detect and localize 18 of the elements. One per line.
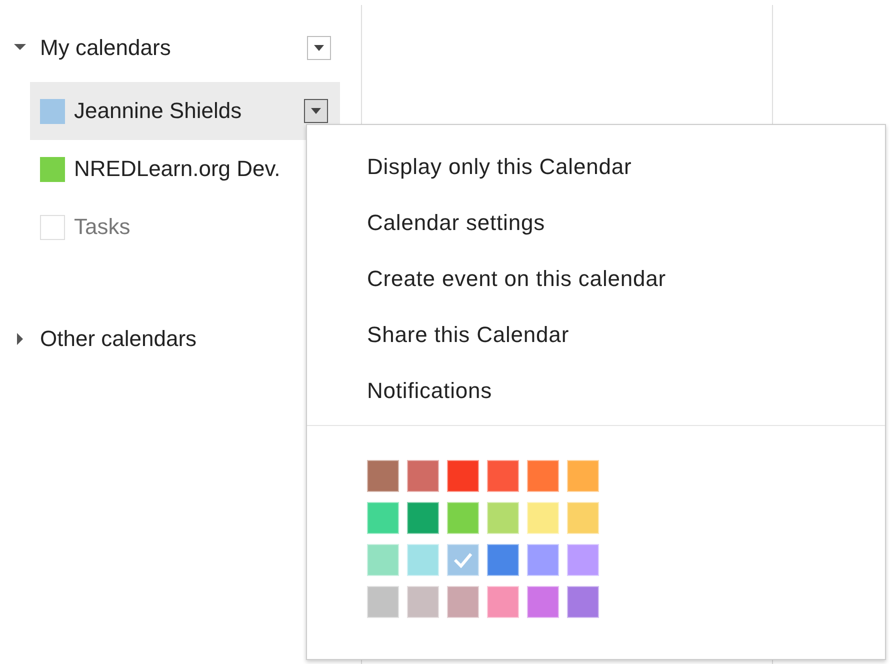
expand-triangle-icon[interactable] [14,333,26,345]
section-title: My calendars [40,35,172,61]
section-title: Other calendars [40,326,198,352]
caret-icon [311,108,321,114]
caret-icon [314,45,324,51]
color-swatch[interactable] [40,214,65,240]
calendar-name: Jeannine Shields [74,98,243,124]
checkmark-icon [453,552,473,568]
color-swatch[interactable] [40,98,65,124]
dropdown-button[interactable] [307,36,331,60]
calendar-item[interactable]: Jeannine Shields [30,82,340,140]
dropdown-button[interactable] [304,99,328,123]
color-swatch[interactable] [40,156,65,182]
calendar-name: NREDLearn.org Dev. [74,156,282,182]
menu-item[interactable]: Share this Calendar [307,321,885,377]
menu-item[interactable]: Notifications [307,377,885,433]
calendar-name: Tasks [74,214,132,240]
menu-item[interactable]: Create event on this calendar [307,265,885,321]
